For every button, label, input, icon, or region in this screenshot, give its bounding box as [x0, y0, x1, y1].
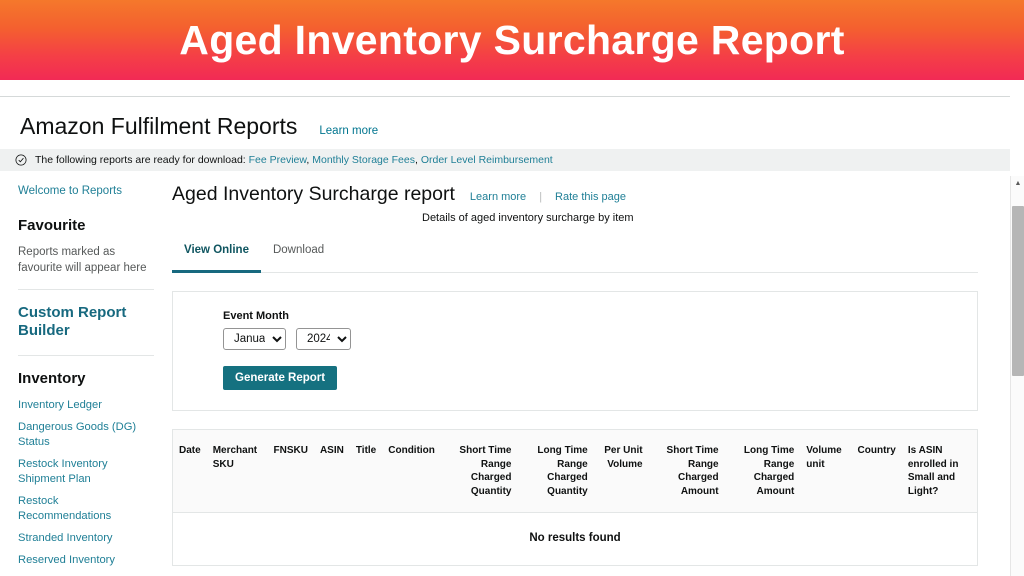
report-learn-more-link[interactable]: Learn more [470, 191, 526, 203]
table-column-header: Title [349, 430, 383, 514]
sidebar-divider-2 [18, 354, 154, 356]
banner-title: Aged Inventory Surcharge Report [179, 16, 845, 63]
table-column-header: ASIN [313, 430, 350, 514]
top-divider [0, 96, 1010, 97]
table-column-header: Per Unit Volume [593, 430, 649, 514]
notification-link-order-level-reimbursement[interactable]: Order Level Reimbursement [421, 154, 553, 166]
table-column-header: Date [173, 430, 207, 514]
filter-panel: Event Month JanuaryFebruaryMarchAprilMay… [172, 291, 978, 412]
sidebar-item-restock-inventory-shipment-plan[interactable]: Restock Inventory Shipment Plan [18, 457, 154, 487]
page-root: Aged Inventory Surcharge Report Amazon F… [0, 0, 1024, 576]
table-column-header: Short Time Range Charged Quantity [440, 430, 518, 514]
sidebar-heading-inventory: Inventory [18, 369, 86, 387]
table-column-header: Short Time Range Charged Amount [648, 430, 725, 514]
scrollbar-thumb[interactable] [1012, 206, 1024, 376]
generate-report-button[interactable]: Generate Report [223, 366, 338, 391]
table-column-header: Volume unit [800, 430, 852, 514]
results-table-head: Date Merchant SKU FNSKU ASIN Title Condition S… [173, 430, 977, 514]
rate-this-page-link[interactable]: Rate this page [555, 191, 626, 203]
results-table: Date Merchant SKU FNSKU ASIN Title Condition S… [173, 430, 977, 566]
report-header: Aged Inventory Surcharge report Learn mo… [172, 183, 978, 205]
page-banner: Aged Inventory Surcharge Report [0, 0, 1024, 80]
vertical-scrollbar[interactable]: ▲ ▼ [1010, 176, 1024, 576]
sidebar-item-dangerous-goods-status[interactable]: Dangerous Goods (DG) Status [18, 420, 154, 450]
table-column-header: Country [851, 430, 902, 514]
table-column-header: Condition [382, 430, 441, 514]
notification-bar: The following reports are ready for down… [0, 149, 1010, 171]
table-column-header: Is ASIN enrolled in Small and Light? [901, 430, 977, 514]
notification-prefix: The following reports are ready for down… [35, 154, 249, 166]
check-circle-icon [15, 154, 27, 166]
sidebar-heading-favourite: Favourite [18, 217, 86, 235]
sidebar-item-welcome-to-reports[interactable]: Welcome to Reports [18, 184, 154, 199]
table-column-header: Long Time Range Charged Quantity [517, 430, 594, 514]
year-select[interactable]: 2022202320242025 [296, 328, 351, 351]
notification-link-monthly-storage-fees[interactable]: Monthly Storage Fees [312, 154, 415, 166]
no-results-message: No results found [173, 512, 977, 566]
header-learn-more-link[interactable]: Learn more [319, 125, 378, 137]
report-tabs: View Online Download [172, 244, 978, 274]
table-column-header: Merchant SKU [206, 430, 268, 514]
sidebar-item-reserved-inventory[interactable]: Reserved Inventory [18, 553, 154, 568]
report-subtitle: Details of aged inventory surcharge by i… [422, 212, 634, 225]
table-empty-row: No results found [173, 512, 977, 566]
browser-page: Amazon Fulfilment Reports Learn more The… [0, 80, 1024, 576]
sidebar-divider-1 [18, 289, 154, 290]
report-links-separator: | [539, 191, 543, 203]
report-title: Aged Inventory Surcharge report [172, 183, 455, 205]
results-table-container: Date Merchant SKU FNSKU ASIN Title Condition S… [172, 429, 978, 567]
table-header-row: Date Merchant SKU FNSKU ASIN Title Condition S… [173, 430, 977, 514]
results-table-body: No results found [173, 512, 977, 566]
table-column-header: FNSKU [267, 430, 314, 514]
sidebar-item-stranded-inventory[interactable]: Stranded Inventory [18, 531, 154, 546]
scroll-up-arrow-icon[interactable]: ▲ [1011, 176, 1024, 190]
page-title: Amazon Fulfilment Reports [20, 113, 298, 139]
event-month-selects: JanuaryFebruaryMarchAprilMayJuneJulyAugu… [223, 328, 977, 351]
page-header: Amazon Fulfilment Reports Learn more [20, 113, 378, 139]
tab-download[interactable]: Download [261, 244, 336, 272]
sidebar-item-custom-report-builder[interactable]: Custom Report Builder [18, 304, 154, 341]
table-column-header: Long Time Range Charged Amount [724, 430, 801, 514]
month-select[interactable]: JanuaryFebruaryMarchAprilMayJuneJulyAugu… [223, 328, 286, 351]
event-month-label: Event Month [223, 310, 289, 323]
sidebar-item-inventory-ledger[interactable]: Inventory Ledger [18, 398, 154, 413]
sidebar: Welcome to Reports Favourite Reports mar… [0, 184, 172, 576]
main-content: Aged Inventory Surcharge report Learn mo… [172, 183, 1010, 576]
tab-view-online[interactable]: View Online [172, 244, 261, 274]
sidebar-inventory-list: Inventory Ledger Dangerous Goods (DG) St… [18, 398, 154, 576]
notification-link-fee-preview[interactable]: Fee Preview [249, 154, 307, 166]
sidebar-item-restock-recommendations[interactable]: Restock Recommendations [18, 494, 154, 524]
sidebar-favourite-note: Reports marked as favourite will appear … [18, 246, 147, 275]
notification-text: The following reports are ready for down… [35, 154, 553, 166]
report-header-links: Learn more | Rate this page [470, 191, 626, 203]
